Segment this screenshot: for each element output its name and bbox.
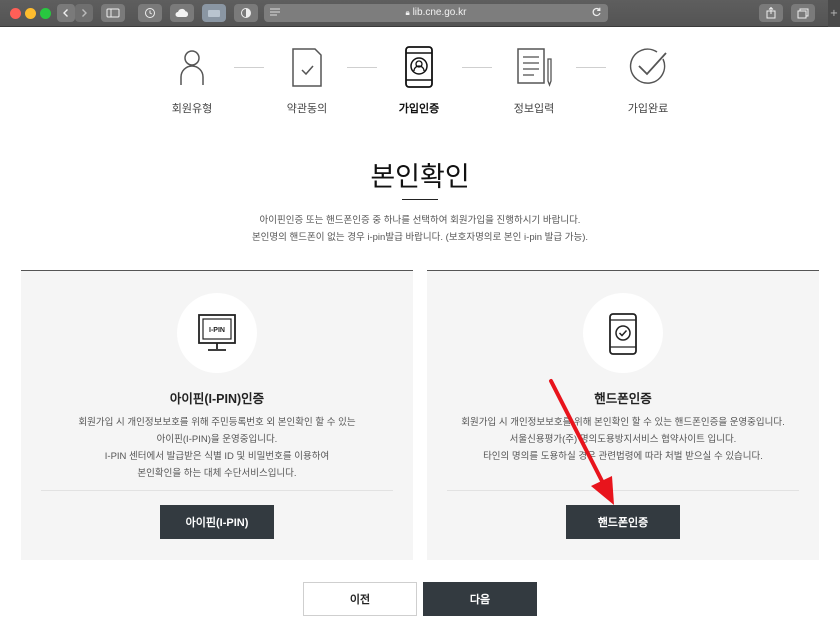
smartphone-check-icon bbox=[609, 313, 637, 355]
check-circle-icon bbox=[629, 48, 667, 84]
ipin-icon-text: I-PIN bbox=[209, 327, 225, 334]
person-icon bbox=[180, 50, 204, 85]
url-text: lib.cne.go.kr bbox=[412, 7, 467, 18]
forward-button[interactable] bbox=[75, 4, 93, 22]
step-label-member-type: 회원유형 bbox=[171, 103, 213, 115]
tabs-overview-button[interactable] bbox=[791, 4, 815, 22]
reload-icon[interactable] bbox=[591, 7, 602, 18]
plus-icon: + bbox=[829, 8, 839, 19]
address-bar[interactable]: 🔒︎ lib.cne.go.kr bbox=[264, 4, 608, 22]
sidebar-icon bbox=[106, 8, 120, 18]
step-label-verification: 가입인증 bbox=[398, 103, 440, 115]
tabs-overview-icon bbox=[797, 8, 809, 18]
browser-toolbar: 🔒︎ lib.cne.go.kr + bbox=[0, 0, 840, 27]
phone-profile-icon bbox=[405, 46, 433, 88]
phone-icon-circle bbox=[583, 293, 663, 373]
shield-icon bbox=[241, 8, 251, 18]
step-connector bbox=[576, 67, 606, 68]
ipin-title: 아이핀(I-PIN)인증 bbox=[169, 392, 265, 406]
history-icon bbox=[145, 8, 155, 18]
ipin-desc-line: 본인확인을 하는 대체 수단서비스입니다. bbox=[137, 468, 297, 479]
ipin-icon-circle: I-PIN bbox=[177, 293, 257, 373]
step-label-complete: 가입완료 bbox=[627, 103, 669, 115]
zoom-window-button[interactable] bbox=[40, 8, 51, 19]
next-button[interactable]: 다음 bbox=[423, 582, 537, 616]
step-label-info-input: 정보입력 bbox=[513, 103, 555, 115]
step-connector bbox=[462, 67, 492, 68]
phone-verify-button[interactable]: 핸드폰인증 bbox=[566, 505, 680, 539]
ipin-verify-button[interactable]: 아이핀(I-PIN) bbox=[160, 505, 274, 539]
privacy-button[interactable] bbox=[234, 4, 258, 22]
card-divider bbox=[447, 490, 799, 491]
close-window-button[interactable] bbox=[10, 8, 21, 19]
ipin-card: I-PIN 아이핀(I-PIN)인증 회원가입 시 개인정보보호를 위해 주민등… bbox=[21, 270, 413, 560]
address-text-wrap: 🔒︎ lib.cne.go.kr bbox=[264, 7, 608, 18]
step-connector bbox=[347, 67, 377, 68]
form-edit-icon bbox=[517, 48, 552, 87]
ipin-desc-line: I-PIN 센터에서 발급받은 식별 ID 및 비밀번호를 이용하여 bbox=[104, 451, 330, 462]
page-description-line-2: 본인명의 핸드폰이 없는 경우 i-pin발급 바랍니다. (보호자명의로 본인… bbox=[251, 232, 589, 243]
phone-desc-line: 타인의 명의를 도용하실 경우 관련법령에 따라 처벌 받으실 수 있습니다. bbox=[483, 451, 763, 462]
page-description-line-1: 아이핀인증 또는 핸드폰인증 중 하나를 선택하여 회원가입을 진행하시기 바랍… bbox=[259, 215, 581, 226]
back-button[interactable] bbox=[57, 4, 75, 22]
forward-icon bbox=[82, 9, 87, 17]
phone-desc-line: 서울신용평가(주) 명의도용방지서비스 협약사이트 입니다. bbox=[509, 434, 737, 445]
new-tab-button[interactable]: + bbox=[828, 0, 840, 27]
tab-button[interactable] bbox=[202, 4, 226, 22]
history-button[interactable] bbox=[138, 4, 162, 22]
phone-title: 핸드폰인증 bbox=[594, 392, 652, 406]
lock-icon: 🔒︎ bbox=[405, 8, 410, 17]
monitor-ipin-icon: I-PIN bbox=[198, 314, 236, 351]
document-check-icon bbox=[292, 48, 322, 87]
minimize-window-button[interactable] bbox=[25, 8, 36, 19]
phone-desc-line: 회원가입 시 개인정보보호를 위해 본인확인 할 수 있는 핸드폰인증을 운영중… bbox=[461, 417, 785, 428]
signup-steps: 회원유형 약관동의 가입인증 정보입력 가입완료 bbox=[0, 27, 840, 127]
share-button[interactable] bbox=[759, 4, 783, 22]
card-divider bbox=[41, 490, 393, 491]
back-icon bbox=[63, 9, 68, 17]
share-icon bbox=[766, 7, 776, 19]
tab-icon bbox=[208, 10, 220, 17]
step-connector bbox=[234, 67, 264, 68]
step-label-terms: 약관동의 bbox=[286, 103, 328, 115]
cloud-icon bbox=[175, 8, 189, 17]
title-divider bbox=[402, 199, 438, 200]
ipin-desc-line: 회원가입 시 개인정보보호를 위해 주민등록번호 외 본인확인 할 수 있는 bbox=[78, 417, 356, 428]
page-title: 본인확인 bbox=[370, 162, 470, 192]
icloud-button[interactable] bbox=[170, 4, 194, 22]
phone-card: 핸드폰인증 회원가입 시 개인정보보호를 위해 본인확인 할 수 있는 핸드폰인… bbox=[427, 270, 819, 560]
ipin-desc-line: 아이핀(I-PIN)을 운영중입니다. bbox=[156, 434, 278, 445]
sidebar-button[interactable] bbox=[101, 4, 125, 22]
prev-button[interactable]: 이전 bbox=[303, 582, 417, 616]
